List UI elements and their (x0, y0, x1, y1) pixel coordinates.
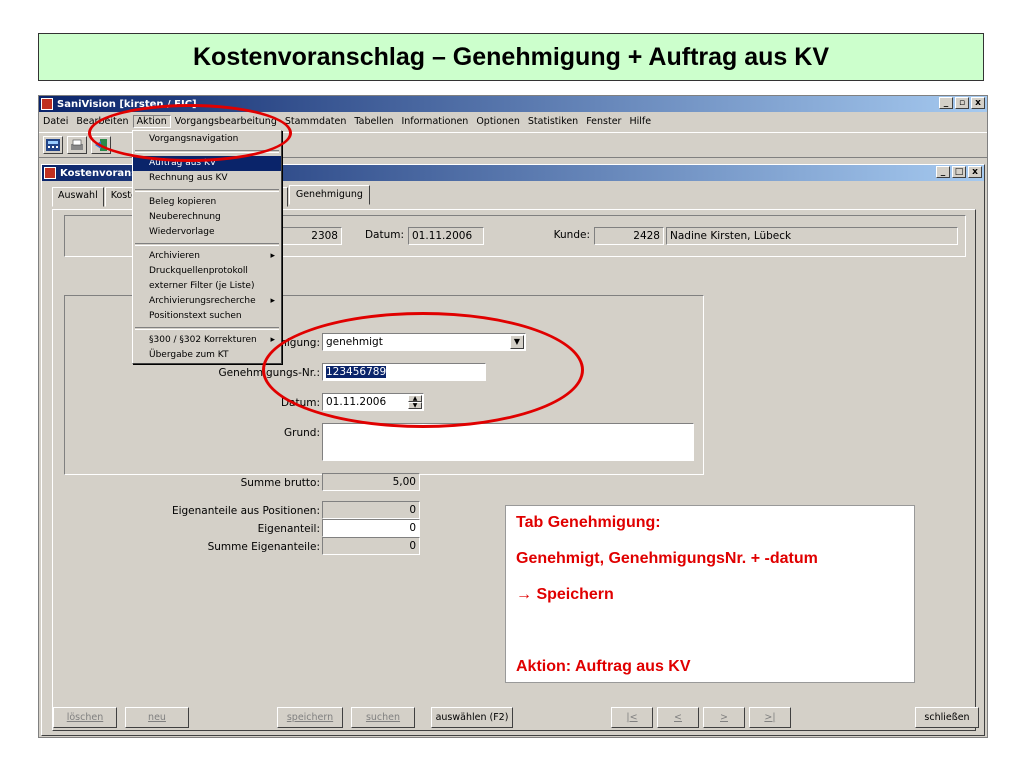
callout-line-4 (516, 622, 904, 643)
first-record-button[interactable]: |< (611, 707, 653, 728)
menu-item[interactable]: Archivieren ▸ (133, 249, 281, 264)
slide-title: Kostenvoranschlag – Genehmigung + Auftra… (38, 33, 984, 81)
eigenanteil-input[interactable]: 0 (322, 519, 420, 537)
menu-tabellen[interactable]: Tabellen (350, 116, 397, 127)
menu-separator (135, 243, 279, 246)
menu-item-label: Druckquellenprotokoll (149, 266, 248, 276)
maximize-button[interactable]: ▫ (955, 97, 969, 109)
menu-item-label: Positionstext suchen (149, 311, 242, 321)
kunde-name-field: Nadine Kirsten, Lübeck (666, 227, 958, 245)
prev-record-button[interactable]: < (657, 707, 699, 728)
kunde-id-field: 2428 (594, 227, 664, 245)
menu-item-label: Archivierungsrecherche (149, 296, 256, 306)
menu-fenster[interactable]: Fenster (582, 116, 625, 127)
menu-item-label: Übergabe zum KT (149, 350, 229, 360)
suchen-button[interactable]: suchen (351, 707, 415, 728)
minimize-button[interactable]: _ (939, 97, 953, 109)
datum-label: Datum: (364, 229, 404, 241)
menu-item[interactable]: Archivierungsrecherche ▸ (133, 294, 281, 309)
grund-label: Grund: (284, 427, 320, 439)
eigenanteil-label: Eigenanteil: (257, 523, 320, 535)
menu-item-label: Neuberechnung (149, 212, 221, 222)
menu-item-label: Rechnung aus KV (149, 173, 228, 183)
menu-item[interactable]: externer Filter (je Liste) (133, 279, 281, 294)
menu-item-label: Wiedervorlage (149, 227, 215, 237)
summe-brutto-field: 5,00 (322, 473, 420, 491)
calculator-icon[interactable] (43, 136, 63, 154)
eigenanteile-pos-field: 0 (322, 501, 420, 519)
last-record-button[interactable]: >| (749, 707, 791, 728)
menu-separator (135, 327, 279, 330)
kunde-label: Kunde: (553, 229, 590, 241)
menu-optionen[interactable]: Optionen (472, 116, 524, 127)
tab-genehmigung[interactable]: Genehmigung (288, 185, 370, 205)
auswaehlen-button[interactable]: auswählen (F2) (431, 707, 513, 728)
summe-eigenanteile-label: Summe Eigenanteile: (207, 541, 320, 553)
menu-item-label: externer Filter (je Liste) (149, 281, 255, 291)
summe-eigenanteile-field: 0 (322, 537, 420, 555)
schliessen-button[interactable]: schließen (915, 707, 979, 728)
menu-item[interactable]: Übergabe zum KT (133, 348, 281, 363)
submenu-arrow-icon: ▸ (270, 296, 275, 306)
menu-informationen[interactable]: Informationen (397, 116, 472, 127)
menu-item[interactable]: Wiedervorlage (133, 225, 281, 240)
submenu-arrow-icon: ▸ (270, 251, 275, 261)
neu-button[interactable]: neu (125, 707, 189, 728)
loeschen-button[interactable]: löschen (53, 707, 117, 728)
child-minimize-button[interactable]: _ (936, 166, 950, 178)
callout-line-5: Aktion: Auftrag aus KV (516, 658, 691, 675)
number-field: 2308 (282, 227, 342, 245)
menu-item[interactable]: Rechnung aus KV (133, 171, 281, 186)
app-icon (41, 98, 53, 110)
menu-item[interactable]: Neuberechnung (133, 210, 281, 225)
tab-auswahl[interactable]: Auswahl (52, 187, 104, 207)
menu-item-label: §300 / §302 Korrekturen (149, 335, 257, 345)
child-restore-button[interactable]: □ (952, 166, 966, 178)
annotation-ellipse-form (262, 312, 584, 428)
menu-item[interactable]: Positionstext suchen (133, 309, 281, 324)
menu-item[interactable]: Beleg kopieren (133, 195, 281, 210)
child-close-button[interactable]: x (968, 166, 982, 178)
menu-stammdaten[interactable]: Stammdaten (281, 116, 351, 127)
callout-line-2: Genehmigt, GenehmigungsNr. + -datum (516, 550, 818, 567)
menu-separator (135, 189, 279, 192)
callout-line-1: Tab Genehmigung: (516, 514, 661, 531)
submenu-arrow-icon: ▸ (270, 335, 275, 345)
speichern-button[interactable]: speichern (277, 707, 343, 728)
menu-item[interactable]: §300 / §302 Korrekturen ▸ (133, 333, 281, 348)
close-button[interactable]: x (971, 97, 985, 109)
menu-hilfe[interactable]: Hilfe (625, 116, 655, 127)
header-datum-field: 01.11.2006 (408, 227, 484, 245)
menu-datei[interactable]: Datei (39, 116, 72, 127)
printer-icon[interactable] (67, 136, 87, 154)
summe-brutto-label: Summe brutto: (240, 477, 320, 489)
annotation-ellipse-menu (88, 104, 292, 162)
next-record-button[interactable]: > (703, 707, 745, 728)
aktion-menu: Vorgangsnavigation Auftrag aus KV Rechnung… (132, 130, 282, 364)
menu-item[interactable]: Druckquellenprotokoll (133, 264, 281, 279)
grund-textarea[interactable] (322, 423, 694, 461)
callout-line-3: → Speichern (516, 586, 614, 603)
menu-item-label: Beleg kopieren (149, 197, 217, 207)
child-app-icon (44, 167, 56, 179)
annotation-callout: Tab Genehmigung: Genehmigt, Genehmigungs… (505, 505, 915, 683)
eigenanteile-pos-label: Eigenanteile aus Positionen: (171, 505, 320, 517)
menu-statistiken[interactable]: Statistiken (524, 116, 582, 127)
menu-item-label: Archivieren (149, 251, 200, 261)
